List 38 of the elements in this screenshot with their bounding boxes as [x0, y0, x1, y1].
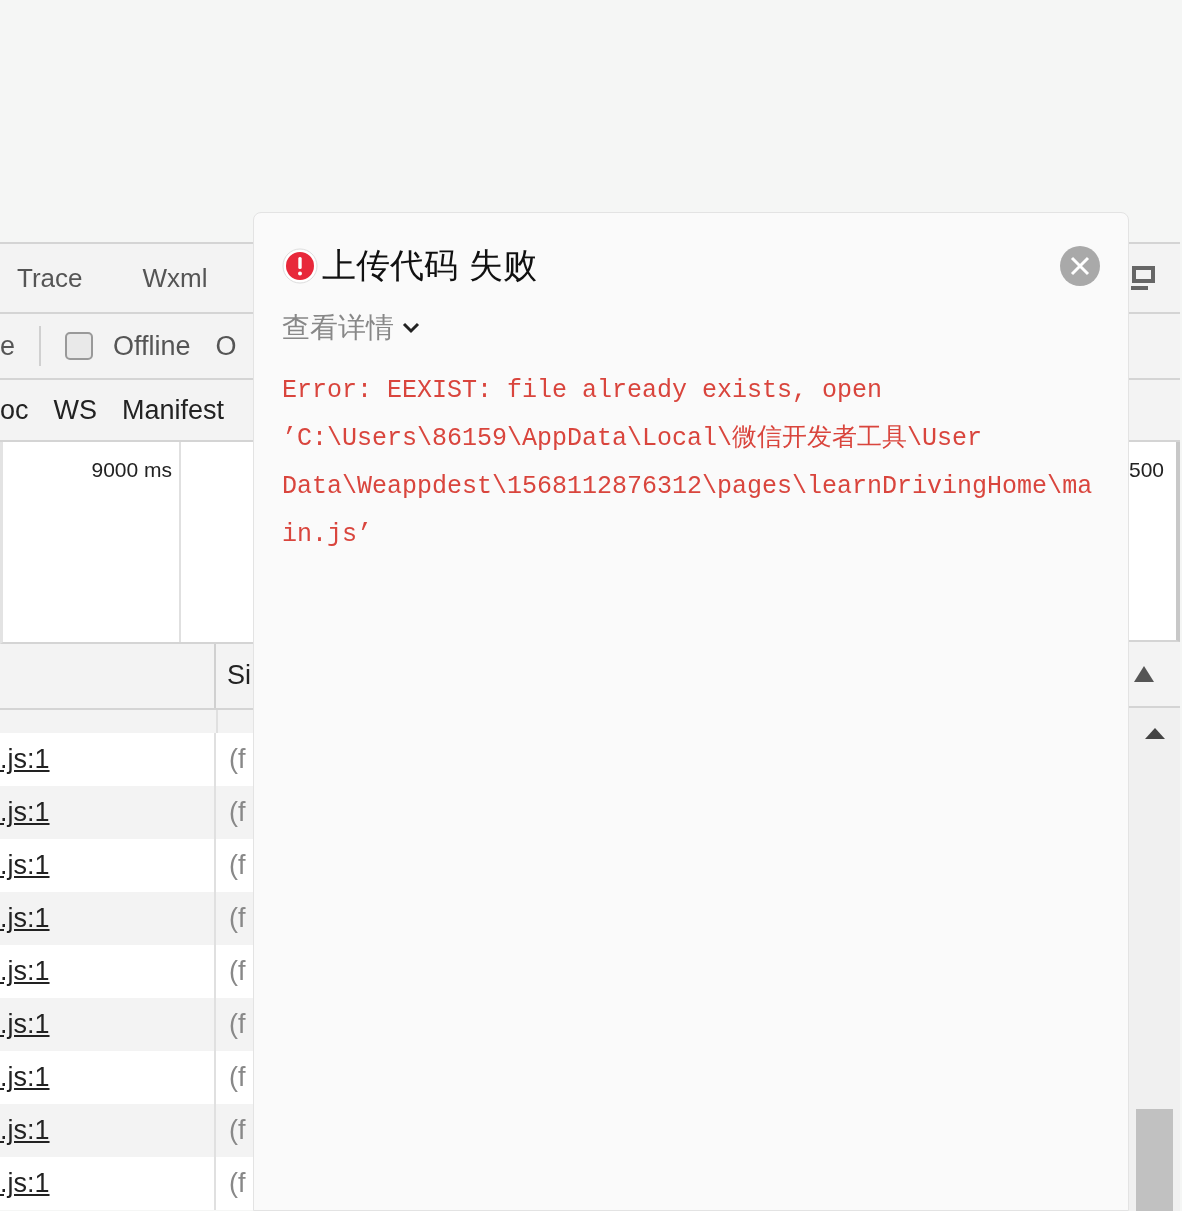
- filter-label[interactable]: oc: [0, 394, 29, 426]
- source-link[interactable]: .js:1: [0, 744, 50, 775]
- column-header[interactable]: Si: [227, 660, 251, 690]
- table-cell: (f: [229, 850, 246, 881]
- source-link[interactable]: .js:1: [0, 956, 50, 987]
- table-cell: (f: [229, 797, 246, 828]
- table-cell: (f: [229, 1115, 246, 1146]
- offline-label[interactable]: Offline: [113, 330, 191, 362]
- scroll-up-icon[interactable]: [1144, 728, 1165, 739]
- table-cell: (f: [229, 744, 246, 775]
- source-link[interactable]: .js:1: [0, 903, 50, 934]
- table-cell: (f: [229, 1009, 246, 1040]
- table-cell: (f: [229, 1062, 246, 1093]
- filter-label[interactable]: Manifest: [122, 394, 225, 426]
- source-link[interactable]: .js:1: [0, 1009, 50, 1040]
- scrollbar-thumb[interactable]: [1136, 1109, 1173, 1211]
- sort-arrow-icon[interactable]: [1134, 666, 1154, 682]
- source-link[interactable]: .js:1: [0, 1115, 50, 1146]
- error-icon: [282, 248, 318, 284]
- time-tick: 500: [1129, 458, 1165, 481]
- dialog-title: 上传代码 失败: [322, 244, 538, 287]
- table-cell: (f: [229, 1168, 246, 1199]
- toolbar-label: O: [215, 330, 237, 362]
- table-cell: (f: [229, 903, 246, 934]
- chevron-down-icon[interactable]: [402, 322, 420, 334]
- error-message: Error: EEXIST: file already exists, open ’C:\Users\86159\AppData\Local\微信开发者工具\User Data\Weappdest\1568112876312\pages\learnDrivingHome\main.js’: [282, 375, 1094, 551]
- devtools-tab[interactable]: Trace: [0, 262, 100, 294]
- monitor-icon[interactable]: [1131, 265, 1155, 291]
- toolbar-label: e: [0, 330, 16, 362]
- source-link[interactable]: .js:1: [0, 1062, 50, 1093]
- source-link[interactable]: .js:1: [0, 797, 50, 828]
- offline-checkbox[interactable]: [65, 332, 94, 360]
- devtools-tab[interactable]: Wxml: [125, 262, 225, 294]
- table-cell: (f: [229, 956, 246, 987]
- source-link[interactable]: .js:1: [0, 850, 50, 881]
- time-tick: 9000 ms: [91, 458, 172, 481]
- filter-label[interactable]: WS: [53, 394, 98, 426]
- source-link[interactable]: .js:1: [0, 1168, 50, 1199]
